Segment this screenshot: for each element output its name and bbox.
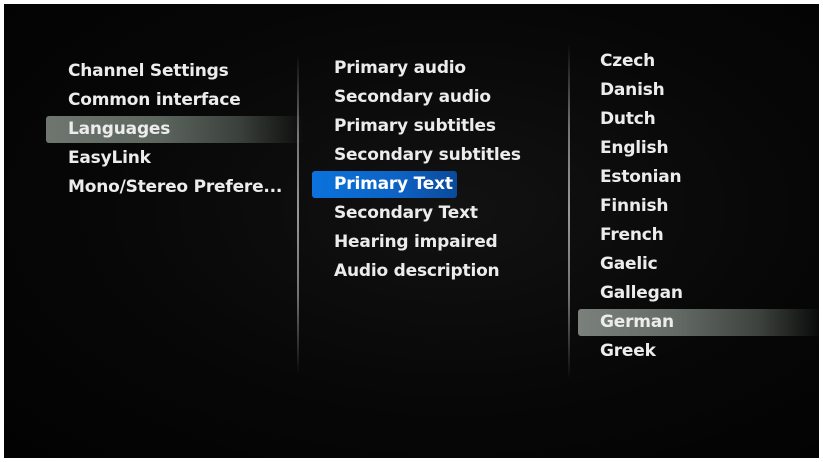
language-option-gallegan[interactable]: Gallegan [578,279,819,308]
menu-item-common-interface[interactable]: Common interface [46,86,296,115]
menu-item-audio-description[interactable]: Audio description [312,257,572,286]
menu-item-channel-settings[interactable]: Channel Settings [46,57,296,86]
menu-item-easylink[interactable]: EasyLink [46,144,296,173]
language-option-english[interactable]: English [578,134,819,163]
column-divider [297,54,299,374]
menu-item-secondary-subtitles[interactable]: Secondary subtitles [312,141,572,170]
language-option-greek[interactable]: Greek [578,337,819,366]
language-option-gaelic[interactable]: Gaelic [578,250,819,279]
menu-item-languages[interactable]: Languages [46,115,304,144]
settings-menu-column: Channel Settings Common interface Langua… [46,57,304,202]
menu-item-secondary-audio[interactable]: Secondary audio [312,83,572,112]
menu-item-mono-stereo-preference[interactable]: Mono/Stereo Prefere... [46,173,296,202]
menu-item-secondary-text[interactable]: Secondary Text [312,199,572,228]
column-divider [568,44,570,379]
language-option-german[interactable]: German [578,308,819,337]
language-option-estonian[interactable]: Estonian [578,163,819,192]
language-option-french[interactable]: French [578,221,819,250]
language-options-column: Czech Danish Dutch English Estonian Finn… [578,47,819,366]
tv-screen: Channel Settings Common interface Langua… [4,4,819,458]
language-option-danish[interactable]: Danish [578,76,819,105]
language-option-finnish[interactable]: Finnish [578,192,819,221]
menu-item-primary-subtitles[interactable]: Primary subtitles [312,112,572,141]
languages-submenu-column: Primary audio Secondary audio Primary su… [312,54,572,286]
menu-item-hearing-impaired[interactable]: Hearing impaired [312,228,572,257]
language-option-czech[interactable]: Czech [578,47,819,76]
menu-item-primary-audio[interactable]: Primary audio [312,54,572,83]
menu-item-primary-text[interactable]: Primary Text [312,170,572,199]
language-option-dutch[interactable]: Dutch [578,105,819,134]
